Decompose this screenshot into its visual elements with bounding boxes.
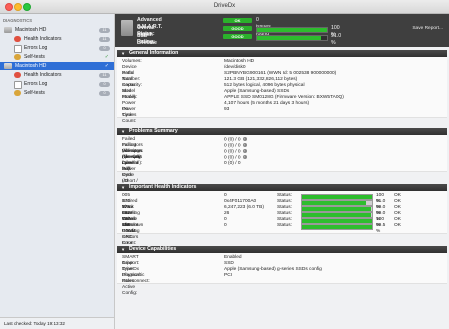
sidebar-item-label: Self-tests — [24, 90, 45, 96]
sidebar-item-label: Health Indicators — [24, 36, 62, 42]
progress-percent: 91.0 % — [331, 33, 342, 46]
sidebar-item-badge: 11 — [99, 36, 110, 42]
heart-icon — [14, 72, 21, 78]
document-icon — [14, 45, 22, 53]
app-window: DriveDx DIAGNOSTICS Macintosh HD 11 Heal… — [0, 0, 449, 329]
section-header-indicators[interactable]: ▼ Important Health Indicators — [117, 184, 447, 191]
sidebar-item-label: Self-tests — [24, 54, 45, 60]
info-value: 4,107 hours (5 months 21 days 3 hours) — [224, 101, 310, 106]
sidebar-drive-1[interactable]: Macintosh HD 11 — [0, 26, 114, 34]
status-pill: GOOD — [223, 26, 252, 31]
drive-badge: 11 — [99, 27, 110, 33]
capability-value: PCI — [224, 273, 232, 278]
sidebar: DIAGNOSTICS Macintosh HD 11 Health Indic… — [0, 14, 115, 329]
indicator-raw-value: 6,247,223 (6.0 TB) — [224, 205, 264, 210]
disclosure-triangle-icon[interactable]: ▼ — [121, 50, 125, 57]
section-title: Problems Summary — [129, 128, 178, 134]
progress-fill — [302, 219, 372, 223]
problem-value: 0 (0) / 0 — [224, 137, 241, 143]
progress-bar — [301, 224, 373, 230]
drive-label: Macintosh HD — [15, 63, 47, 69]
sidebar-item-badge: 0 — [99, 90, 110, 96]
sidebar-item-health-1[interactable]: Health Indicators 11 — [0, 35, 114, 43]
progress-fill — [302, 225, 372, 229]
arrow-right-icon[interactable]: › — [242, 155, 247, 159]
problem-value: 0 (0) / 0 — [224, 161, 241, 166]
main-content: ▼ General Information Volumes: Macintosh … — [115, 47, 449, 329]
title-bar: DriveDx — [0, 0, 449, 14]
progress-bar — [256, 26, 328, 33]
section-header-problems[interactable]: ▼ Problems Summary — [117, 128, 447, 135]
drive-logo-icon — [121, 20, 133, 36]
sidebar-item-health-2[interactable]: Health Indicators 11 — [0, 71, 114, 79]
checkmark-icon: ✓ — [104, 63, 109, 69]
progress-fill — [302, 213, 372, 217]
progress-fill — [302, 207, 372, 211]
sidebar-item-errors-2[interactable]: Errors Log 0 — [0, 80, 114, 89]
section-title: General Information — [129, 50, 179, 56]
arrow-right-icon[interactable]: › — [242, 149, 247, 153]
capabilities-body: SMART support: Enabled Drive Type: SSD Dri… — [117, 253, 447, 296]
last-checked-text: Last checked: Today 19:13:32 — [4, 321, 65, 326]
problem-value: 0 (0) / 0 — [224, 149, 241, 155]
hard-drive-icon — [4, 63, 12, 69]
sidebar-item-badge: 0 — [99, 45, 110, 51]
sidebar-item-label: Errors Log — [24, 81, 48, 87]
sidebar-item-selftests-2[interactable]: Self-tests 0 — [0, 89, 114, 97]
sidebar-item-label: Health Indicators — [24, 72, 62, 78]
drive-label: Macintosh HD — [15, 27, 47, 33]
problem-value: 0 (0) / 0 — [224, 155, 241, 161]
info-key: Power Cycles Count: — [122, 107, 137, 124]
info-value: 93 — [224, 107, 230, 112]
section-title: Important Health Indicators — [129, 184, 197, 190]
status-header: Advanced S.M.A.R.T. Status: OK 0 issues … — [115, 14, 449, 60]
section-title: Device Capabilities — [129, 246, 177, 252]
status-pill: GOOD — [223, 34, 252, 39]
disclosure-triangle-icon[interactable]: ▼ — [121, 128, 125, 135]
sidebar-footer: Last checked: Today 19:13:32 — [0, 317, 114, 329]
general-info-body: Volumes: Macintosh HD Device Path:/dev/di… — [117, 57, 447, 124]
window-title: DriveDx — [213, 3, 236, 9]
disclosure-triangle-icon[interactable]: ▼ — [121, 184, 125, 191]
problems-body: Failed Indicators (life-span / pre-fail)… — [117, 135, 447, 196]
sidebar-item-badge: 11 — [99, 72, 110, 78]
checkmark-icon: ✓ — [104, 54, 109, 60]
section-header-general[interactable]: ▼ General Information — [117, 50, 447, 57]
progress-bar — [256, 34, 328, 41]
arrow-right-icon[interactable]: › — [242, 143, 247, 147]
sidebar-drive-2[interactable]: Macintosh HD ✓ — [0, 62, 114, 70]
status-ok: OK — [394, 223, 401, 228]
heart-icon — [14, 36, 21, 42]
document-icon — [14, 81, 22, 89]
status-label: Status: — [277, 223, 292, 228]
sidebar-item-label: Errors Log — [24, 45, 48, 51]
sidebar-item-badge: 0 — [99, 81, 110, 87]
indicators-body: 005 Retired Block Count: 0 Status: 100 %… — [117, 191, 447, 252]
progress-fill — [302, 195, 372, 199]
status-pill: OK — [223, 18, 252, 23]
progress-fill — [302, 201, 366, 205]
sidebar-item-errors-1[interactable]: Errors Log 0 — [0, 44, 114, 53]
arrow-right-icon[interactable]: › — [242, 137, 247, 141]
progress-fill — [257, 35, 321, 40]
indicator-raw-value: 0 — [224, 223, 227, 228]
problem-value: 0 (0) / 0 — [224, 143, 241, 149]
sidebar-item-selftests-1[interactable]: Self-tests ✓ — [0, 53, 114, 61]
progress-fill — [257, 27, 327, 32]
capability-value: Apple (Samsung-based) g-series SSDs conf… — [224, 267, 322, 272]
sidebar-heading: DIAGNOSTICS — [3, 18, 33, 23]
section-header-capabilities[interactable]: ▼ Device Capabilities — [117, 246, 447, 253]
capability-key: Physical Interconnect: — [122, 273, 150, 284]
progress-percent: 99.5 % — [376, 223, 386, 234]
stethoscope-icon — [14, 90, 21, 96]
disclosure-triangle-icon[interactable]: ▼ — [121, 246, 125, 253]
stethoscope-icon — [14, 54, 21, 60]
hard-drive-icon — [4, 27, 12, 33]
save-report-button[interactable]: Save Report... — [412, 26, 443, 31]
